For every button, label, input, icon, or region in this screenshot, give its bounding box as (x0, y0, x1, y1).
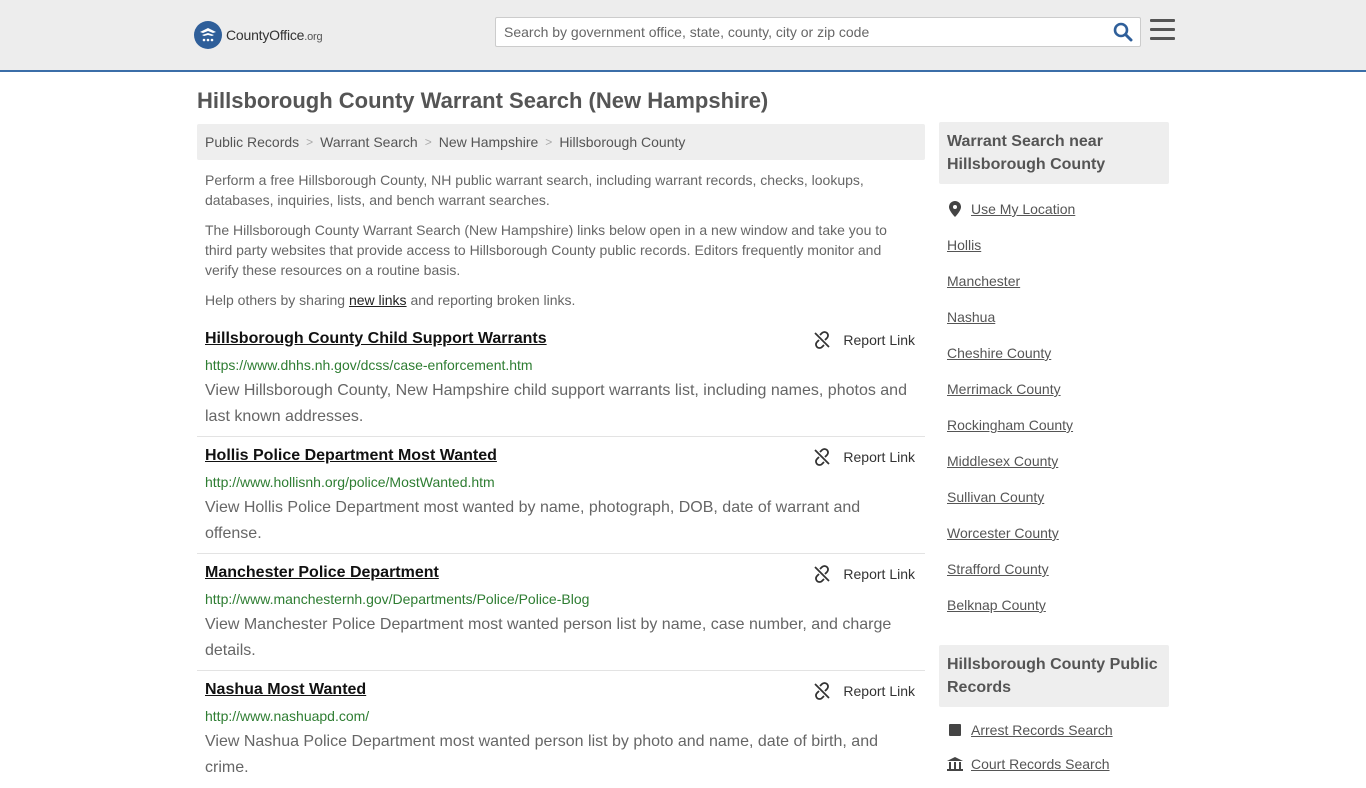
breadcrumb-warrant-search[interactable]: Warrant Search (320, 134, 418, 150)
breadcrumb-new-hampshire[interactable]: New Hampshire (439, 134, 539, 150)
share-text-before: Help others by sharing (205, 292, 349, 308)
court-records-row: Court Records Search (947, 756, 1110, 772)
breadcrumb-separator-icon: > (306, 135, 314, 149)
square-icon (947, 723, 963, 737)
top-header: CountyOffice.org (0, 0, 1366, 72)
breadcrumb-separator-icon: > (424, 135, 432, 149)
nearby-link-belknap-county[interactable]: Belknap County (947, 597, 1046, 613)
hamburger-menu-icon[interactable] (1150, 19, 1175, 41)
listing-description: View Manchester Police Department most w… (205, 616, 892, 659)
search-icon (1113, 22, 1133, 42)
listing-description: View Nashua Police Department most wante… (205, 733, 878, 776)
search-box (495, 17, 1141, 47)
nearby-link-nashua[interactable]: Nashua (947, 309, 995, 325)
listing-title-link[interactable]: Manchester Police Department (205, 564, 439, 582)
search-input[interactable] (496, 18, 1096, 46)
breadcrumb-public-records[interactable]: Public Records (205, 134, 299, 150)
logo-name: CountyOffice (226, 27, 305, 43)
report-link-button[interactable]: Report Link (813, 682, 915, 700)
broken-link-icon (814, 565, 831, 583)
nearby-link-sullivan-county[interactable]: Sullivan County (947, 489, 1044, 505)
nearby-link-strafford-county[interactable]: Strafford County (947, 561, 1049, 577)
courthouse-icon (947, 757, 963, 771)
report-link-button[interactable]: Report Link (813, 565, 915, 583)
public-records-heading: Hillsborough County Public Records (939, 645, 1169, 707)
listing-url: https://www.dhhs.nh.gov/dcss/case-enforc… (205, 357, 533, 373)
new-links-link[interactable]: new links (349, 292, 407, 308)
report-link-button[interactable]: Report Link (813, 448, 915, 466)
use-my-location-link[interactable]: Use My Location (971, 201, 1075, 217)
listing-url: http://www.manchesternh.gov/Departments/… (205, 591, 590, 607)
map-pin-icon (947, 201, 963, 217)
listing-description: View Hillsborough County, New Hampshire … (205, 382, 907, 425)
report-link-label: Report Link (843, 566, 915, 582)
arrest-records-row: Arrest Records Search (947, 722, 1113, 738)
page-title: Hillsborough County Warrant Search (New … (197, 88, 769, 113)
listing-item: Hillsborough County Child Support Warran… (197, 320, 925, 437)
nearby-heading: Warrant Search near Hillsborough County (939, 122, 1169, 184)
nearby-link-manchester[interactable]: Manchester (947, 273, 1020, 289)
listing-item: Nashua Most Wanted Report Link http://ww… (197, 671, 925, 788)
breadcrumb: Public Records > Warrant Search > New Ha… (197, 124, 925, 160)
nearby-link-middlesex-county[interactable]: Middlesex County (947, 453, 1058, 469)
share-text-after: and reporting broken links. (406, 292, 576, 308)
use-location-row: Use My Location (947, 201, 1075, 217)
report-link-label: Report Link (843, 683, 915, 699)
court-records-link[interactable]: Court Records Search (971, 756, 1110, 772)
broken-link-icon (814, 682, 831, 700)
nearby-link-rockingham-county[interactable]: Rockingham County (947, 417, 1073, 433)
report-link-button[interactable]: Report Link (813, 331, 915, 349)
breadcrumb-separator-icon: > (545, 135, 553, 149)
logo-seal-icon (194, 21, 222, 49)
listing-item: Hollis Police Department Most Wanted Rep… (197, 437, 925, 554)
listing-title-link[interactable]: Nashua Most Wanted (205, 681, 366, 699)
nearby-link-hollis[interactable]: Hollis (947, 237, 981, 253)
nearby-link-cheshire-county[interactable]: Cheshire County (947, 345, 1051, 361)
site-logo[interactable]: CountyOffice.org (194, 20, 323, 50)
intro-paragraph: Perform a free Hillsborough County, NH p… (205, 172, 864, 208)
listing-title-link[interactable]: Hillsborough County Child Support Warran… (205, 330, 547, 348)
logo-suffix: .org (304, 31, 323, 43)
report-link-label: Report Link (843, 332, 915, 348)
disclaimer-paragraph: The Hillsborough County Warrant Search (… (205, 222, 887, 278)
share-paragraph: Help others by sharing new links and rep… (205, 290, 905, 310)
listing-description: View Hollis Police Department most wante… (205, 499, 861, 542)
arrest-records-link[interactable]: Arrest Records Search (971, 722, 1113, 738)
listing-url: http://www.hollisnh.org/police/MostWante… (205, 474, 495, 490)
breadcrumb-current: Hillsborough County (559, 134, 686, 150)
listing-item: Manchester Police Department Report Link… (197, 554, 925, 671)
listing-url: http://www.nashuapd.com/ (205, 708, 370, 724)
search-button[interactable] (1112, 22, 1134, 44)
listing-title-link[interactable]: Hollis Police Department Most Wanted (205, 447, 497, 465)
logo-text: CountyOffice.org (226, 27, 323, 43)
report-link-label: Report Link (843, 449, 915, 465)
nearby-link-merrimack-county[interactable]: Merrimack County (947, 381, 1061, 397)
broken-link-icon (814, 331, 831, 349)
broken-link-icon (814, 448, 831, 466)
nearby-link-worcester-county[interactable]: Worcester County (947, 525, 1059, 541)
